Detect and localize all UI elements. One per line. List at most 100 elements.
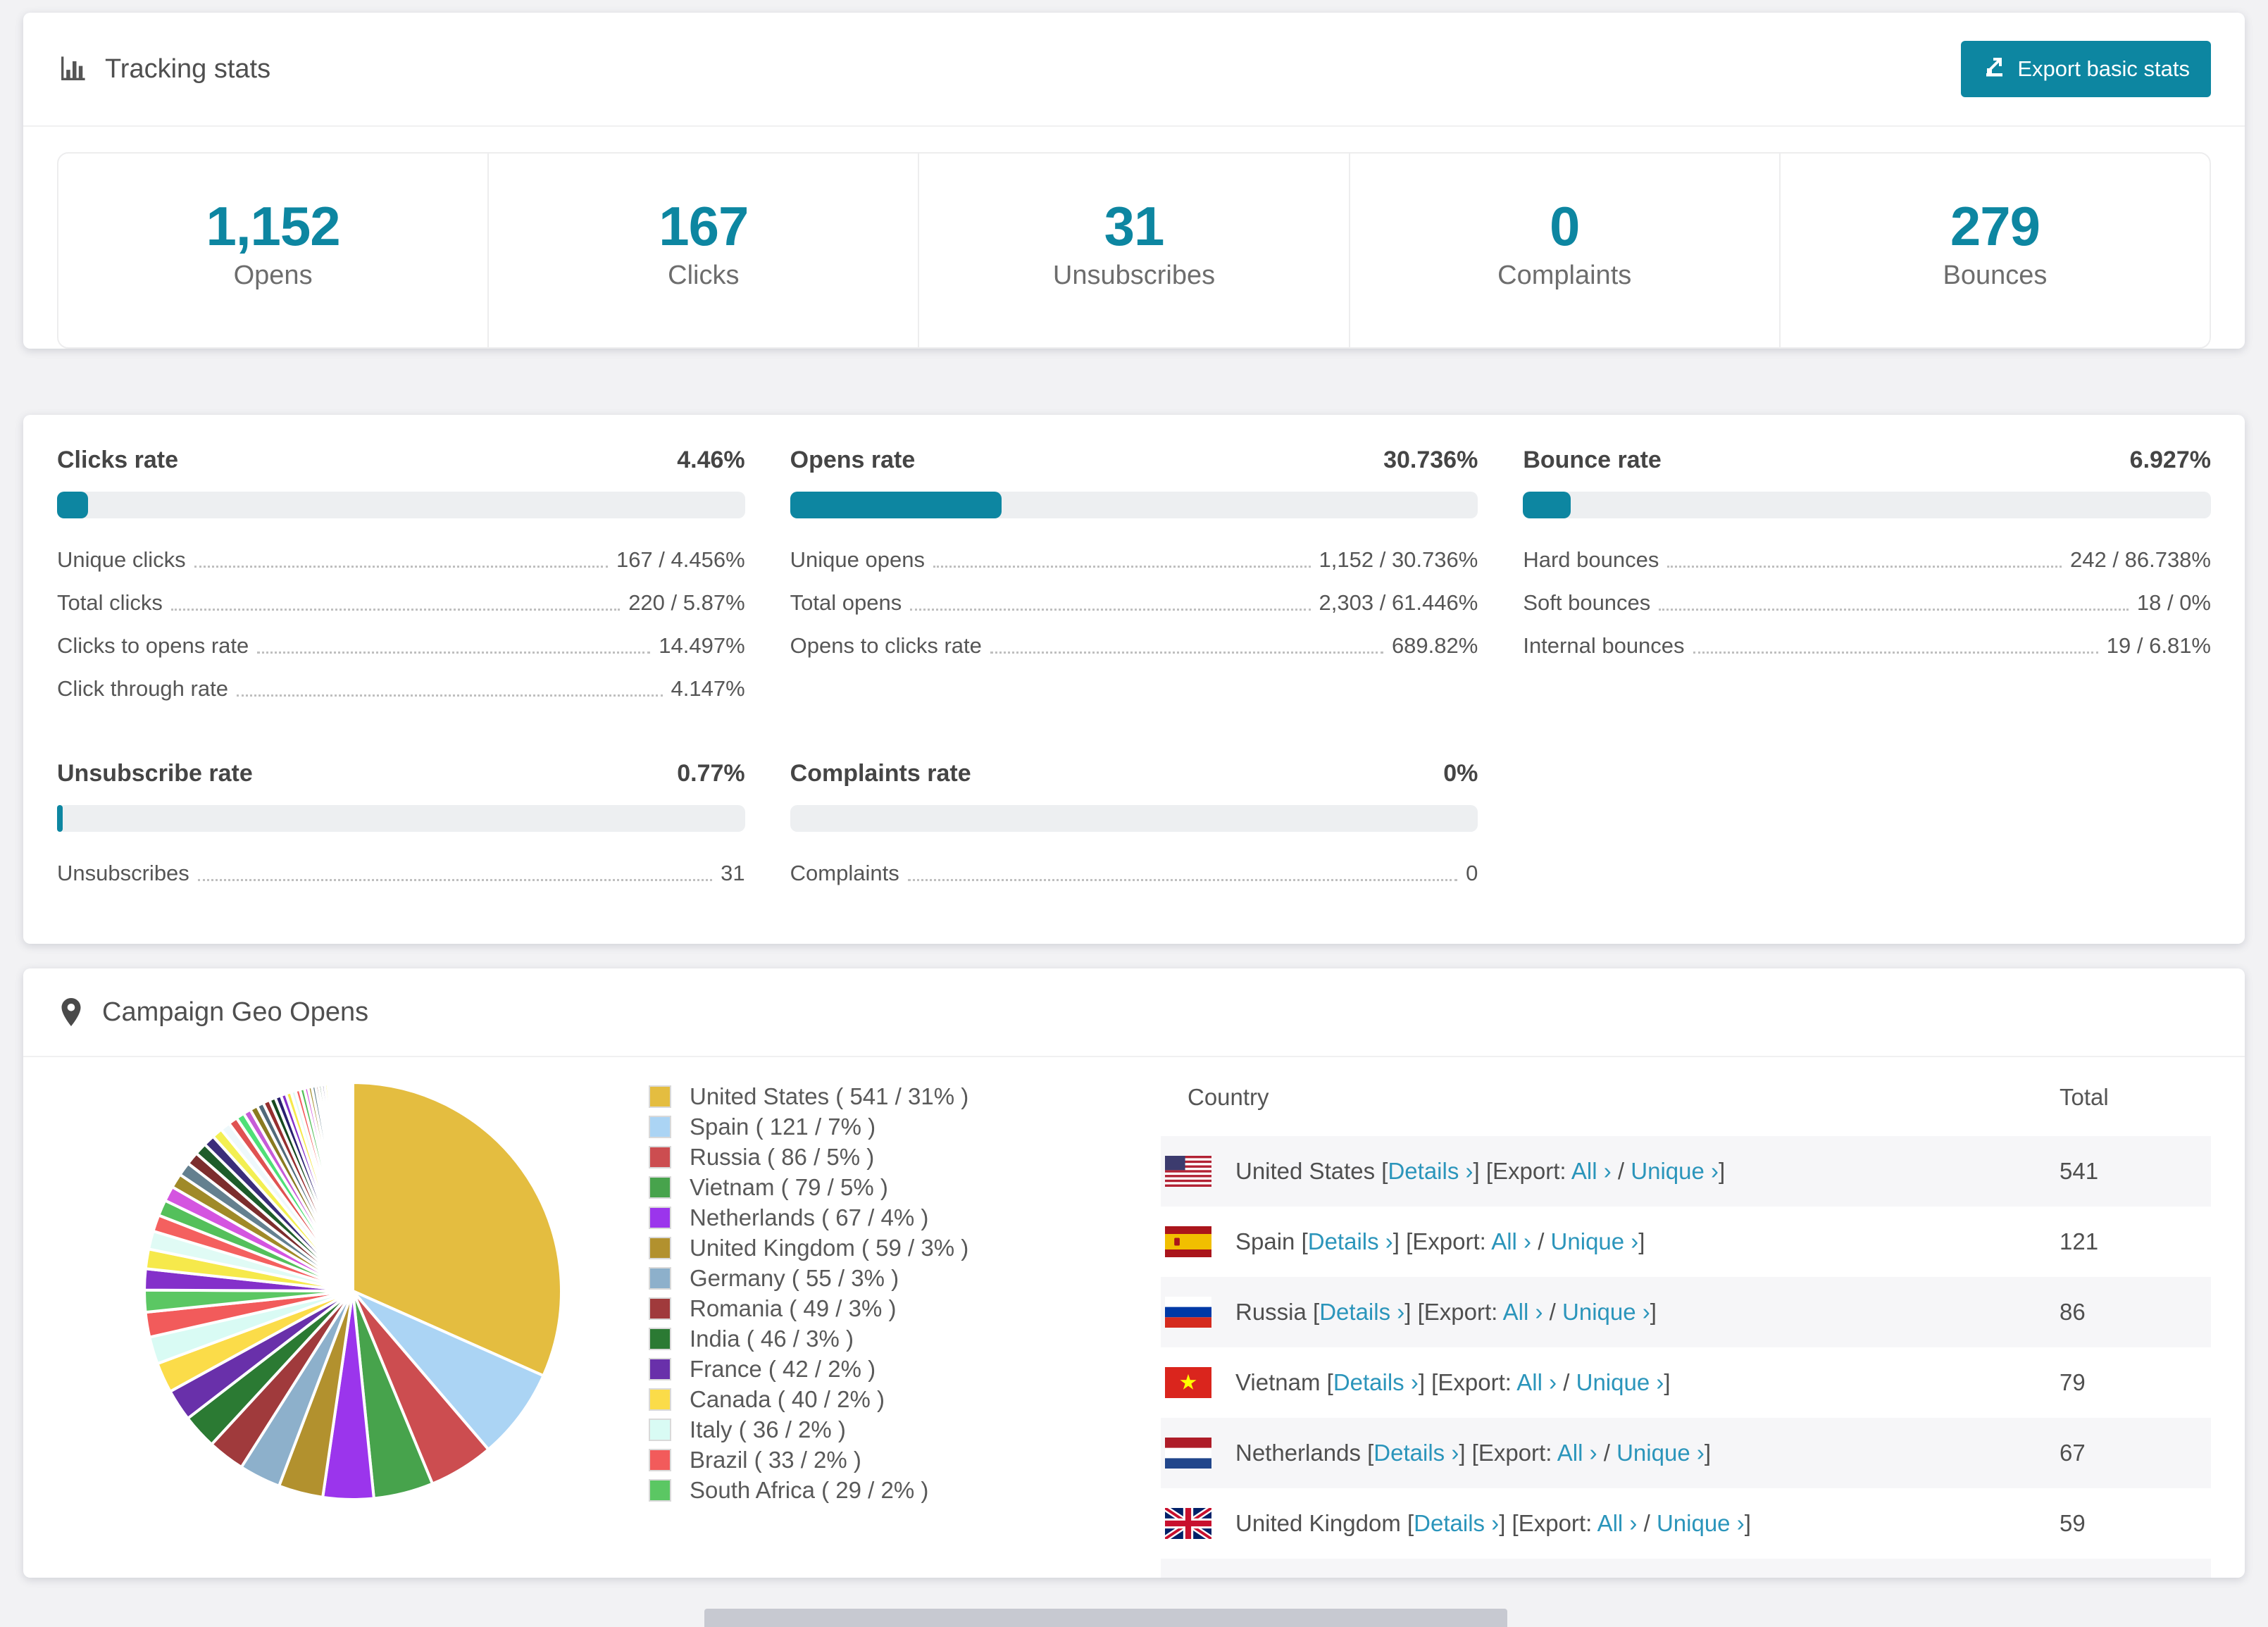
export-all-link-netherlands[interactable]: All › — [1557, 1440, 1597, 1466]
legend-label: Vietnam ( 79 / 5% ) — [690, 1174, 888, 1200]
legend-item-france[interactable]: France ( 42 / 2% ) — [649, 1354, 1099, 1384]
export-unique-link-united-states[interactable]: Unique › — [1631, 1158, 1719, 1184]
export-unique-link-russia[interactable]: Unique › — [1562, 1299, 1650, 1325]
rate-detail-rows: Complaints 0 — [790, 852, 1478, 894]
legend-item-germany[interactable]: Germany ( 55 / 3% ) — [649, 1263, 1099, 1293]
export-basic-stats-button[interactable]: Export basic stats — [1961, 41, 2211, 97]
legend-item-netherlands[interactable]: Netherlands ( 67 / 4% ) — [649, 1202, 1099, 1233]
legend-swatch — [649, 1236, 671, 1259]
export-all-link-united-kingdom[interactable]: All › — [1597, 1510, 1638, 1536]
country-name: Vietnam — [1235, 1369, 1321, 1395]
geo-total-cell: 67 — [2060, 1440, 2086, 1466]
country-name: Spain — [1235, 1228, 1295, 1254]
stat-value: 0 — [1550, 195, 1580, 257]
rate-detail-rows: Hard bounces 242 / 86.738% Soft bounces 18 … — [1523, 538, 2211, 667]
campaign-geo-opens-body: United States ( 541 / 31% ) Spain ( 121 /… — [23, 1057, 2245, 1578]
stat-complaints: 0 Complaints — [1350, 154, 1781, 347]
legend-item-south-africa[interactable]: South Africa ( 29 / 2% ) — [649, 1475, 1099, 1505]
export-unique-link-united-kingdom[interactable]: Unique › — [1657, 1510, 1745, 1536]
rate-progress-track — [57, 492, 745, 518]
legend-item-spain[interactable]: Spain ( 121 / 7% ) — [649, 1111, 1099, 1142]
rate-row-unique-opens: Unique opens 1,152 / 30.736% — [790, 538, 1478, 581]
legend-item-romania[interactable]: Romania ( 49 / 3% ) — [649, 1293, 1099, 1323]
rate-detail-rows: Unique clicks 167 / 4.456% Total clicks 220… — [57, 538, 745, 710]
rate-value: 0% — [1443, 760, 1478, 787]
legend-swatch — [649, 1327, 671, 1350]
legend-swatch — [649, 1266, 671, 1290]
rate-row-value: 18 / 0% — [2136, 590, 2211, 615]
dotted-leader — [197, 879, 713, 881]
rates-grid: Clicks rate 4.46% Unique clicks 167 / 4.456… — [57, 446, 2211, 894]
legend-item-vietnam[interactable]: Vietnam ( 79 / 5% ) — [649, 1172, 1099, 1202]
details-link-united-states[interactable]: Details › — [1388, 1158, 1473, 1184]
geo-total-cell: 79 — [2060, 1369, 2086, 1395]
stat-value: 279 — [1950, 195, 2040, 257]
geo-table: Country Total United States [Details ›] … — [1161, 1063, 2211, 1578]
legend-item-italy[interactable]: Italy ( 36 / 2% ) — [649, 1414, 1099, 1445]
dotted-leader — [933, 566, 1311, 568]
pie-slice-other[interactable] — [350, 1080, 354, 1292]
geo-country-cell: Russia [Details ›] [Export: All › / Uniq… — [1235, 1299, 1657, 1325]
rate-row-opens-to-clicks-rate: Opens to clicks rate 689.82% — [790, 624, 1478, 667]
rate-row-internal-bounces: Internal bounces 19 / 6.81% — [1523, 624, 2211, 667]
horizontal-scrollbar-thumb[interactable] — [704, 1609, 1507, 1627]
details-link-netherlands[interactable]: Details › — [1373, 1440, 1459, 1466]
geo-pie-chart — [57, 1063, 649, 1578]
rate-row-value: 2,303 / 61.446% — [1319, 590, 1478, 615]
legend-label: Brazil ( 33 / 2% ) — [690, 1447, 861, 1473]
legend-label: South Africa ( 29 / 2% ) — [690, 1477, 929, 1503]
legend-label: France ( 42 / 2% ) — [690, 1356, 876, 1382]
rate-row-label: Hard bounces — [1523, 547, 1659, 572]
export-unique-link-spain[interactable]: Unique › — [1551, 1228, 1639, 1254]
legend-item-united-kingdom[interactable]: United Kingdom ( 59 / 3% ) — [649, 1233, 1099, 1263]
details-link-vietnam[interactable]: Details › — [1333, 1369, 1419, 1395]
country-name: United Kingdom — [1235, 1510, 1401, 1536]
legend-label: Russia ( 86 / 5% ) — [690, 1144, 875, 1170]
stats-summary-row: 1,152 Opens 167 Clicks 31 Unsubscribes 0 Compla… — [57, 152, 2211, 349]
export-all-link-russia[interactable]: All › — [1503, 1299, 1543, 1325]
legend-item-united-states[interactable]: United States ( 541 / 31% ) — [649, 1081, 1099, 1111]
rate-section-head: Complaints rate 0% — [790, 759, 1478, 788]
geo-total-cell: 86 — [2060, 1299, 2086, 1325]
export-all-link-vietnam[interactable]: All › — [1516, 1369, 1557, 1395]
dotted-leader — [910, 609, 1311, 611]
geo-pie-svg — [142, 1080, 563, 1501]
flag-ru-icon — [1161, 1277, 1235, 1347]
details-link-united-kingdom[interactable]: Details › — [1414, 1510, 1499, 1536]
rate-progress-fill — [57, 492, 88, 518]
rate-row-value: 4.147% — [671, 676, 745, 701]
rate-title: Complaints rate — [790, 760, 971, 787]
legend-item-brazil[interactable]: Brazil ( 33 / 2% ) — [649, 1445, 1099, 1475]
details-link-spain[interactable]: Details › — [1308, 1228, 1393, 1254]
rate-row-label: Opens to clicks rate — [790, 633, 982, 658]
geo-total-cell: 59 — [2060, 1510, 2086, 1536]
rate-progress-fill — [1523, 492, 1571, 518]
legend-swatch — [649, 1206, 671, 1229]
legend-label: United States ( 541 / 31% ) — [690, 1083, 969, 1109]
export-unique-link-vietnam[interactable]: Unique › — [1576, 1369, 1664, 1395]
geo-table-row-partial — [1161, 1559, 2211, 1578]
country-name: Russia — [1235, 1299, 1307, 1325]
rate-section-head: Clicks rate 4.46% — [57, 446, 745, 475]
campaign-geo-opens-title: Campaign Geo Opens — [57, 997, 368, 1028]
dotted-leader — [1693, 652, 2098, 654]
legend-swatch — [649, 1418, 671, 1441]
legend-item-russia[interactable]: Russia ( 86 / 5% ) — [649, 1142, 1099, 1172]
stat-value: 31 — [1104, 195, 1165, 257]
dotted-leader — [170, 609, 621, 611]
legend-swatch — [649, 1297, 671, 1320]
export-unique-link-netherlands[interactable]: Unique › — [1616, 1440, 1705, 1466]
stat-label: Bounces — [1943, 261, 2048, 290]
campaign-geo-opens-card: Campaign Geo Opens United States ( 541 /… — [23, 968, 2245, 1578]
rate-section-bounce-rate: Bounce rate 6.927% Hard bounces 242 / 86.73… — [1523, 446, 2211, 710]
legend-item-india[interactable]: India ( 46 / 3% ) — [649, 1323, 1099, 1354]
export-all-link-spain[interactable]: All › — [1491, 1228, 1531, 1254]
legend-label: Italy ( 36 / 2% ) — [690, 1416, 846, 1442]
export-all-link-united-states[interactable]: All › — [1571, 1158, 1612, 1184]
rate-row-label: Total opens — [790, 590, 902, 615]
details-link-russia[interactable]: Details › — [1319, 1299, 1404, 1325]
rate-row-soft-bounces: Soft bounces 18 / 0% — [1523, 581, 2211, 624]
rate-title: Clicks rate — [57, 447, 178, 473]
legend-item-canada[interactable]: Canada ( 40 / 2% ) — [649, 1384, 1099, 1414]
geo-table-row-united-kingdom: United Kingdom [Details ›] [Export: All … — [1161, 1488, 2211, 1559]
